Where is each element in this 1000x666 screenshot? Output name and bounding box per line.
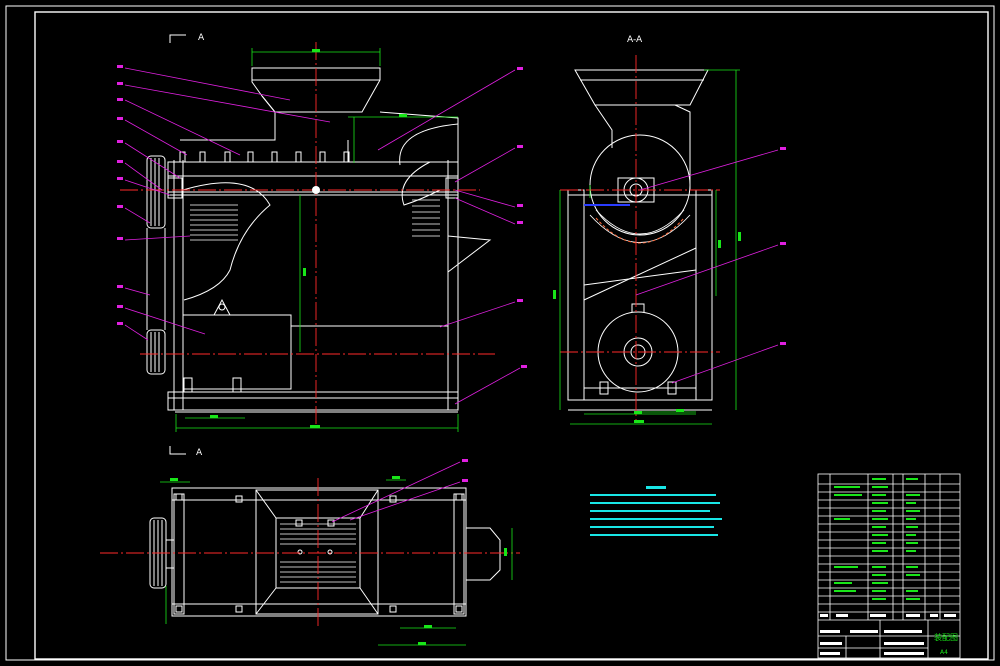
section-balloon-marks <box>780 147 786 345</box>
view-a-marker-top <box>169 34 186 43</box>
plan-dim-marks <box>170 476 507 645</box>
inner-frame <box>34 11 989 660</box>
shaft-center-mark <box>312 186 320 194</box>
technical-notes <box>590 486 722 536</box>
title-block-name: 装配图 <box>934 632 958 642</box>
plan-balloon-marks <box>462 459 468 482</box>
parts-list-text <box>834 478 920 600</box>
section-title: A-A <box>627 35 643 45</box>
drawing-sheet: A A A-A 装配图 A4 <box>5 5 995 661</box>
cad-drawing-canvas: A A A-A 装配图 A4 <box>0 0 1000 666</box>
view-a-label-top: A <box>198 33 205 43</box>
view-a-label-bottom: A <box>196 448 203 458</box>
section-view <box>567 69 713 411</box>
plan-view <box>149 487 501 617</box>
plan-leaders <box>331 461 461 523</box>
title-block-scale: A4 <box>940 649 948 656</box>
section-dimensions <box>559 69 740 425</box>
view-a-marker-bottom <box>169 446 186 455</box>
plan-dimensions <box>160 479 513 646</box>
main-view-centerlines <box>120 42 495 425</box>
main-view-balloon-marks <box>117 65 527 368</box>
section-dim-marks <box>553 232 741 423</box>
